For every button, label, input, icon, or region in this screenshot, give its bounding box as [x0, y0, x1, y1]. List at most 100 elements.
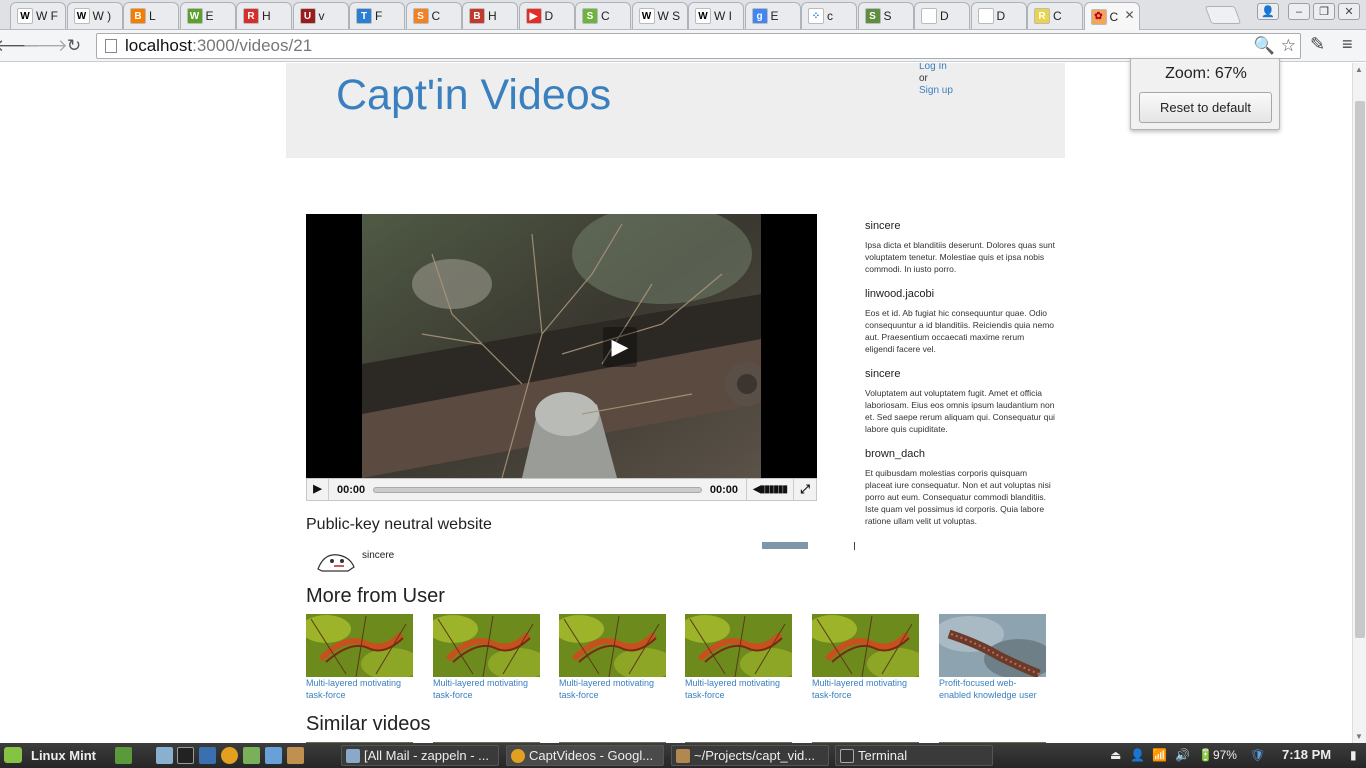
video-card-title[interactable]: Profit-focused web-enabled knowledge use… — [939, 678, 1046, 701]
comment: linwood.jacobi Eos et id. Ab fugiat hic c… — [865, 288, 1055, 355]
tray-icon[interactable]: ⏏ — [1110, 748, 1121, 762]
video-card[interactable]: Profit-focused web-enabled knowledge use… — [939, 614, 1046, 701]
forward-icon[interactable]: 🡒 — [22, 35, 68, 57]
clock[interactable]: 7:18 PM — [1282, 747, 1331, 762]
video-card-title[interactable]: Multi-layered motivating task-force — [433, 678, 540, 701]
browser-tab[interactable]: D — [970, 2, 1027, 29]
profile-icon[interactable]: 👤 — [1257, 3, 1279, 20]
video-card[interactable]: Multi-layered motivating task-force — [433, 614, 540, 701]
video-card[interactable]: Multi-layered motivating task-force — [306, 614, 413, 701]
video-thumbnail[interactable] — [685, 614, 792, 677]
address-bar[interactable]: localhost:3000/videos/21 🔍 ☆ — [96, 33, 1301, 59]
taskbar-window-browser[interactable]: CaptVideos - Googl... — [506, 745, 664, 766]
browser-tab[interactable]: SS — [857, 2, 914, 29]
browser-tab[interactable]: TF — [349, 2, 405, 29]
video-card[interactable]: Multi-layered motivating task-force — [559, 614, 666, 701]
uploader-name[interactable]: sincere — [362, 550, 394, 561]
wifi-icon[interactable]: 📶 — [1152, 748, 1167, 762]
mint-logo-icon[interactable] — [4, 747, 22, 763]
show-desktop-corner[interactable]: ▮ — [1350, 748, 1357, 762]
bookmark-star-icon[interactable]: ☆ — [1281, 36, 1296, 56]
browser-tab[interactable]: BL — [123, 2, 179, 29]
fullscreen-icon[interactable]: ⤢ — [794, 482, 816, 497]
tab-favicon-icon: g — [751, 8, 768, 24]
browser-tab[interactable]: RC — [1027, 2, 1083, 29]
browser-tab[interactable]: ✿ C ✕ — [1083, 2, 1140, 30]
tab-close-icon[interactable]: ✕ — [1124, 8, 1134, 22]
video-card-title[interactable]: Multi-layered motivating task-force — [812, 678, 919, 701]
zoom-icon[interactable]: 🔍 — [1254, 36, 1275, 56]
video-thumbnail[interactable] — [306, 614, 413, 677]
site-brand[interactable]: Capt'in Videos — [336, 71, 611, 120]
video-thumbnail[interactable] — [433, 614, 540, 677]
browser-tab[interactable]: gE — [744, 2, 801, 29]
minimize-button[interactable]: – — [1288, 3, 1310, 20]
comment-author[interactable]: brown_dach — [865, 448, 1055, 460]
launcher-icon[interactable] — [287, 747, 304, 764]
browser-tab[interactable]: SC — [405, 2, 462, 29]
chrome-launcher-icon[interactable] — [221, 747, 238, 764]
browser-tab[interactable]: BH — [462, 2, 518, 29]
tab-favicon-icon: T — [356, 8, 372, 24]
scroll-thumb[interactable] — [1355, 101, 1365, 638]
comment-author[interactable]: sincere — [865, 368, 1055, 380]
new-tab-button[interactable] — [1204, 6, 1242, 24]
video-card-title[interactable]: Multi-layered motivating task-force — [559, 678, 666, 701]
launcher-icon[interactable] — [265, 747, 282, 764]
browser-tab[interactable]: WW F — [10, 2, 66, 29]
play-overlay-icon[interactable]: ▶ — [603, 327, 637, 367]
files-launcher-icon[interactable] — [243, 747, 260, 764]
video-thumbnail[interactable] — [559, 614, 666, 677]
taskbar-window-mail[interactable]: [All Mail - zappeln - ... — [341, 745, 499, 766]
scroll-down-icon[interactable]: ▼ — [1355, 732, 1363, 741]
browser-tab[interactable]: WW S — [631, 2, 688, 29]
video-frame[interactable]: ▶ — [362, 214, 761, 478]
video-thumbnail[interactable] — [812, 614, 919, 677]
show-desktop-icon[interactable] — [115, 747, 132, 764]
video-card[interactable]: Multi-layered motivating task-force — [685, 614, 792, 701]
video-thumbnail[interactable] — [939, 614, 1046, 677]
browser-tab[interactable]: RH — [236, 2, 292, 29]
video-card-title[interactable]: Multi-layered motivating task-force — [306, 678, 413, 701]
comments-list: sincere Ipsa dicta et blanditiis deserunt… — [865, 220, 1055, 540]
restore-button[interactable]: ❐ — [1313, 3, 1335, 20]
reload-icon[interactable]: ↻ — [63, 35, 85, 57]
start-menu-button[interactable]: Linux Mint — [31, 748, 96, 763]
extension-icon[interactable]: ✎ — [1310, 34, 1325, 55]
tab-strip: WW FWW ) B L W E R H Uv T F S C B H ▶ D S C W W SWW Ig E ⁘ c S S… — [0, 0, 1366, 30]
tab-favicon-icon: ✿ — [1090, 8, 1107, 25]
terminal-launcher-icon[interactable] — [177, 747, 194, 764]
comment-author[interactable]: sincere — [865, 220, 1055, 232]
volume-icon[interactable]: 🔊 — [1175, 748, 1190, 762]
battery-icon[interactable]: 🔋97% — [1198, 748, 1237, 762]
browser-tab[interactable]: ⁘ c — [801, 2, 857, 29]
signup-link[interactable]: Sign up — [919, 85, 953, 97]
browser-tab[interactable]: WW ) — [66, 2, 123, 29]
user-icon[interactable]: 👤 — [1130, 748, 1145, 762]
scroll-up-icon[interactable]: ▲ — [1355, 65, 1363, 74]
taskbar-window-files[interactable]: ~/Projects/capt_vid... — [671, 745, 829, 766]
video-card-title[interactable]: Multi-layered motivating task-force — [685, 678, 792, 701]
launcher-icon[interactable] — [199, 747, 216, 764]
page-scrollbar[interactable]: ▲ ▼ — [1352, 63, 1366, 743]
browser-tab[interactable]: SC — [575, 2, 631, 29]
avatar[interactable] — [314, 547, 358, 573]
volume-slider[interactable]: ◀▮▮▮▮▮▮ — [746, 479, 794, 500]
comment-author[interactable]: linwood.jacobi — [865, 288, 1055, 300]
reset-zoom-button[interactable]: Reset to default — [1139, 92, 1272, 123]
login-link[interactable]: Log In — [919, 63, 953, 73]
close-window-button[interactable]: ✕ — [1338, 3, 1360, 20]
taskbar-window-terminal[interactable]: Terminal — [835, 745, 993, 766]
video-player[interactable]: ▶ ▶ 00:00 00:00 ◀▮▮▮▮▮▮ ⤢ — [306, 214, 817, 501]
browser-tab[interactable]: WE — [179, 2, 236, 29]
play-button[interactable]: ▶ — [307, 479, 329, 500]
launcher-icon[interactable] — [156, 747, 173, 764]
shield-icon[interactable]: 🛡 — [1250, 748, 1265, 762]
browser-tab[interactable]: Uv — [292, 2, 349, 29]
video-card[interactable]: Multi-layered motivating task-force — [812, 614, 919, 701]
browser-tab[interactable]: ▶ D — [518, 2, 575, 29]
browser-tab[interactable]: WW I — [688, 2, 744, 29]
menu-icon[interactable]: ≡ — [1342, 34, 1353, 55]
seek-bar[interactable] — [373, 486, 702, 493]
browser-tab[interactable]: D — [914, 2, 970, 29]
